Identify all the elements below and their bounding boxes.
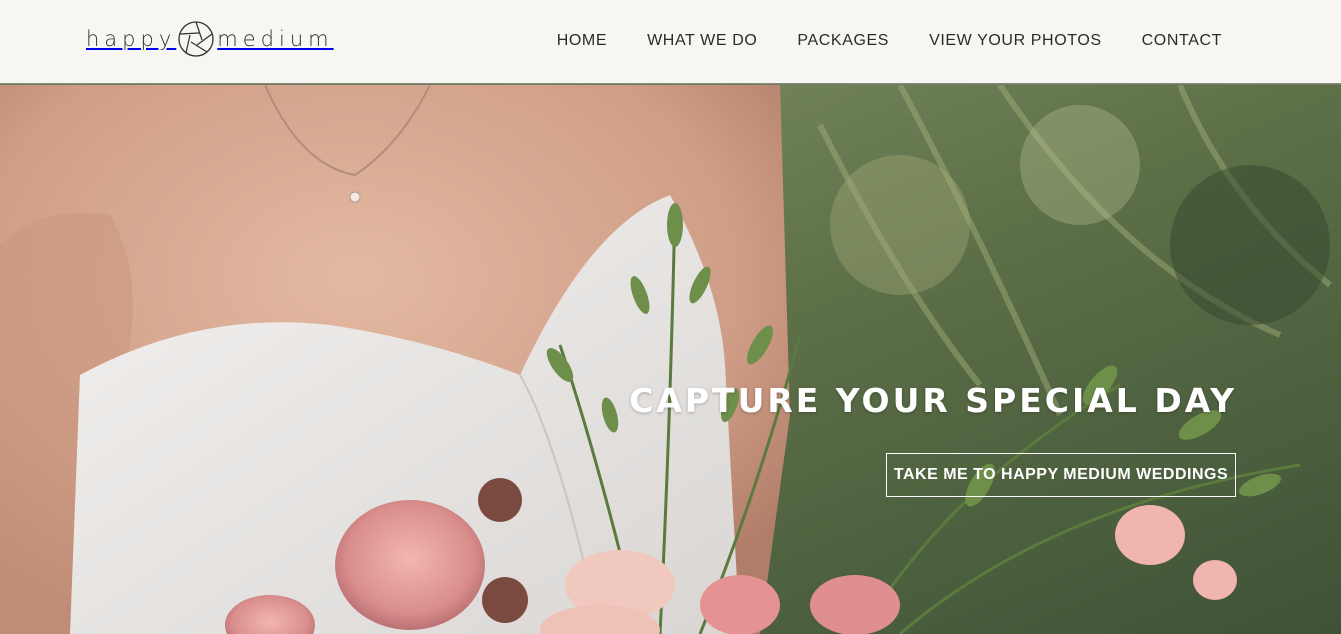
nav-packages[interactable]: PACKAGES [797,30,889,52]
brand-word-right: medium [217,27,334,51]
nav-what-we-do[interactable]: WHAT WE DO [647,30,757,52]
aperture-icon [178,21,214,57]
brand-logo[interactable]: happy medium [86,20,334,58]
site-header: happy medium HOME WHAT WE DO PACKAGES VI… [0,0,1341,84]
main-nav: HOME WHAT WE DO PACKAGES VIEW YOUR PHOTO… [557,30,1222,52]
hero-section: CAPTURE YOUR SPECIAL DAY TAKE ME TO HAPP… [0,85,1341,634]
hero-image [0,85,1341,634]
weddings-cta-button[interactable]: TAKE ME TO HAPPY MEDIUM WEDDINGS [886,453,1236,497]
nav-contact[interactable]: CONTACT [1142,30,1222,52]
brand-word-left: happy [86,27,177,51]
hero-title: CAPTURE YOUR SPECIAL DAY [629,381,1237,420]
nav-view-your-photos[interactable]: VIEW YOUR PHOTOS [929,30,1102,52]
nav-home[interactable]: HOME [557,30,607,52]
